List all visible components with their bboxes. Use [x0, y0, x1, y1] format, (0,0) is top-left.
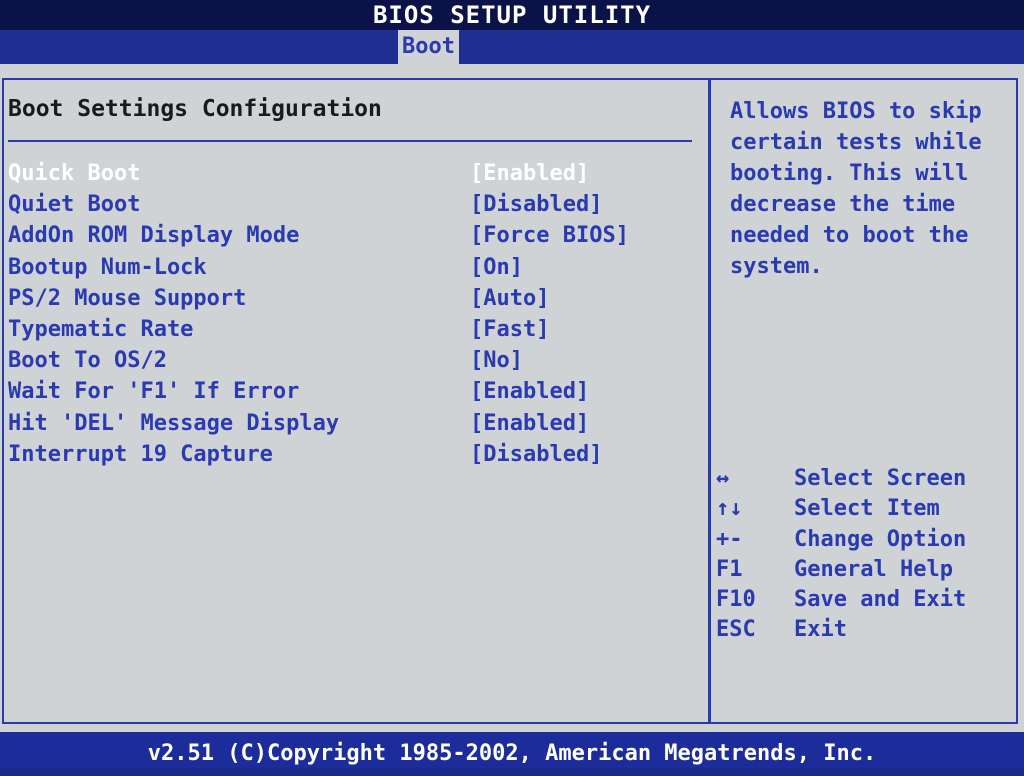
setting-hit-del-message[interactable]: Hit 'DEL' Message Display [Enabled] [8, 408, 698, 439]
key-description: Save and Exit [794, 587, 967, 613]
setting-value[interactable]: [Auto] [470, 283, 549, 314]
setting-value[interactable]: [Disabled] [470, 189, 602, 220]
setting-boot-to-os2[interactable]: Boot To OS/2 [No] [8, 345, 698, 376]
key-legend: ↔ Select Screen ↑↓ Select Item +- Change… [716, 464, 1016, 646]
key-row: F10 Save and Exit [716, 585, 1016, 615]
key-row: F1 General Help [716, 555, 1016, 585]
tab-bar: Boot [0, 30, 1024, 64]
setting-label: Hit 'DEL' Message Display [8, 410, 340, 436]
setting-addon-rom-display-mode[interactable]: AddOn ROM Display Mode [Force BIOS] [8, 220, 698, 251]
setting-label: Bootup Num-Lock [8, 254, 207, 280]
left-right-arrow-icon: ↔ [716, 466, 730, 491]
key-description: Select Screen [794, 466, 967, 491]
setting-ps2-mouse-support[interactable]: PS/2 Mouse Support [Auto] [8, 283, 698, 314]
key-row: ↑↓ Select Item [716, 494, 1016, 524]
help-text: Allows BIOS to skip certain tests while … [730, 99, 982, 279]
setting-label: Boot To OS/2 [8, 348, 167, 374]
bios-title: BIOS SETUP UTILITY [0, 0, 1024, 30]
setting-typematic-rate[interactable]: Typematic Rate [Fast] [8, 314, 698, 345]
key-description: Exit [794, 617, 847, 643]
setting-label: Interrupt 19 Capture [8, 441, 273, 467]
setting-label: Quick Boot [8, 161, 141, 186]
setting-value[interactable]: [On] [470, 252, 523, 283]
key-row: +- Change Option [716, 525, 1016, 555]
setting-label: Quiet Boot [8, 192, 141, 218]
setting-label: Wait For 'F1' If Error [8, 379, 300, 405]
section-title: Boot Settings Configuration [8, 96, 382, 122]
setting-value[interactable]: [Fast] [470, 314, 549, 345]
setting-label: Typematic Rate [8, 316, 194, 342]
setting-value[interactable]: [Enabled] [470, 408, 589, 439]
key-row: ↔ Select Screen [716, 464, 1016, 494]
section-divider [8, 140, 692, 142]
tab-boot[interactable]: Boot [398, 30, 459, 64]
panel-divider [708, 78, 711, 724]
setting-quick-boot[interactable]: Quick Boot [Enabled] [8, 158, 698, 189]
key-label: ESC [716, 617, 756, 643]
setting-label: AddOn ROM Display Mode [8, 223, 300, 249]
setting-value[interactable]: [Force BIOS] [470, 220, 629, 251]
copyright-footer: v2.51 (C)Copyright 1985-2002, American M… [0, 732, 1024, 768]
setting-quiet-boot[interactable]: Quiet Boot [Disabled] [8, 189, 698, 220]
key-row: ESC Exit [716, 615, 1016, 645]
setting-bootup-num-lock[interactable]: Bootup Num-Lock [On] [8, 252, 698, 283]
up-down-arrow-icon: ↑↓ [716, 496, 743, 522]
main-panel: Boot Settings Configuration Quick Boot [… [0, 64, 1024, 732]
setting-value[interactable]: [Enabled] [470, 376, 589, 407]
settings-list: Quick Boot [Enabled] Quiet Boot [Disable… [8, 158, 698, 470]
key-description: Change Option [794, 526, 967, 552]
setting-wait-for-f1[interactable]: Wait For 'F1' If Error [Enabled] [8, 376, 698, 407]
key-description: Select Item [794, 496, 940, 522]
setting-value[interactable]: [No] [470, 345, 523, 376]
setting-interrupt-19-capture[interactable]: Interrupt 19 Capture [Disabled] [8, 439, 698, 470]
setting-label: PS/2 Mouse Support [8, 285, 247, 311]
key-label: F1 [716, 556, 743, 582]
setting-value[interactable]: [Disabled] [470, 439, 602, 470]
plus-minus-icon: +- [716, 526, 743, 552]
setting-value[interactable]: [Enabled] [470, 158, 589, 189]
key-label: F10 [716, 587, 756, 613]
key-description: General Help [794, 556, 953, 582]
